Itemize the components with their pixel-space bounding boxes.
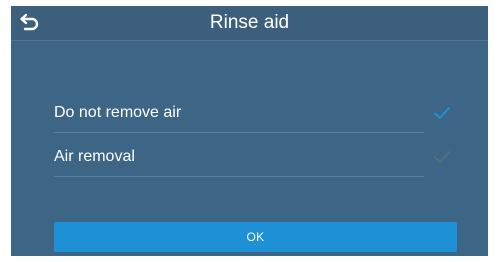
ok-button[interactable]: OK: [54, 222, 457, 252]
option-do-not-remove-air[interactable]: Do not remove air: [54, 102, 466, 133]
check-icon: [434, 151, 450, 163]
back-button[interactable]: [18, 13, 40, 33]
option-air-removal[interactable]: Air removal: [54, 146, 466, 177]
check-icon: [434, 107, 450, 119]
option-label: Air removal: [54, 148, 135, 165]
header-bar: Rinse aid: [11, 6, 488, 41]
page-title: Rinse aid: [209, 12, 290, 33]
divider: [54, 176, 424, 177]
divider: [54, 132, 424, 133]
option-label: Do not remove air: [54, 104, 182, 121]
dialog-screen: Rinse aid Do not remove air Air removal …: [11, 6, 488, 256]
back-arrow-icon: [20, 13, 39, 31]
ok-button-label: OK: [246, 230, 265, 244]
